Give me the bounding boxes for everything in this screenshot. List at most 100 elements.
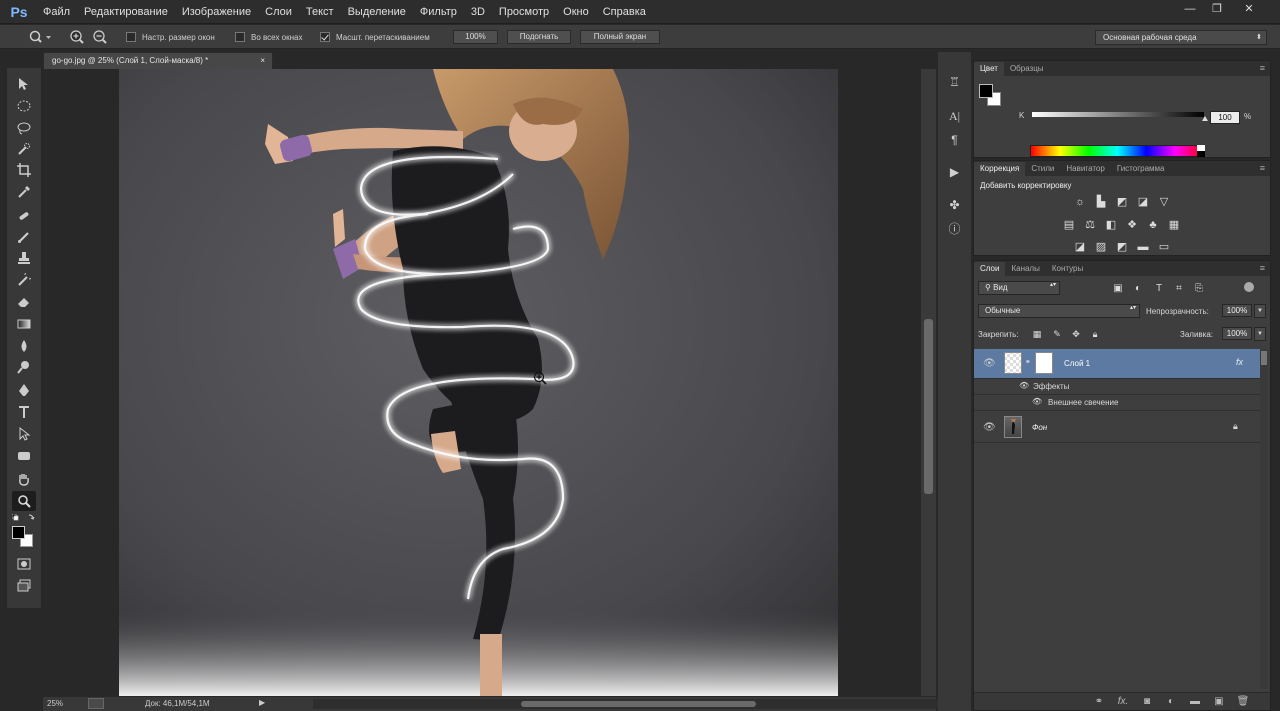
color-balance-icon[interactable]: ⚖ — [1083, 219, 1097, 232]
layer-filter-dropdown[interactable]: ⚲ Вид — [978, 281, 1060, 295]
info-icon[interactable]: ⓘ — [943, 219, 966, 239]
tab-navigator[interactable]: Навигатор — [1060, 162, 1110, 176]
blend-mode-dropdown[interactable]: Обычные — [978, 304, 1140, 318]
tab-adjustments[interactable]: Коррекция — [974, 162, 1026, 176]
gradient-map-icon[interactable]: ▬ — [1136, 241, 1150, 254]
outer-glow-visibility-icon[interactable]: 👁︎ — [1032, 397, 1042, 406]
tab-channels[interactable]: Каналы — [1005, 262, 1045, 276]
tab-styles[interactable]: Стили — [1025, 162, 1060, 176]
horizontal-scrollbar[interactable] — [313, 699, 968, 709]
type-tool-icon[interactable] — [12, 402, 36, 422]
threshold-icon[interactable]: ◩ — [1115, 241, 1129, 254]
all-windows-checkbox[interactable] — [235, 32, 245, 42]
lock-transparent-icon[interactable]: ▦ — [1030, 328, 1044, 341]
k-value-input[interactable]: 100 — [1210, 111, 1240, 124]
posterize-icon[interactable]: ▨ — [1094, 241, 1108, 254]
new-group-icon[interactable]: ▬ — [1188, 697, 1202, 707]
menu-filter[interactable]: Фильтр — [413, 0, 464, 24]
quick-mask-icon[interactable] — [12, 554, 36, 574]
filter-pixel-icon[interactable]: ▣ — [1111, 282, 1125, 295]
invert-icon[interactable]: ◪ — [1073, 241, 1087, 254]
default-colors-icon[interactable] — [11, 513, 36, 522]
menu-edit[interactable]: Редактирование — [77, 0, 175, 24]
pen-tool-icon[interactable] — [12, 380, 36, 400]
close-button[interactable]: ✕ — [1238, 2, 1260, 16]
workspace-switcher[interactable]: Основная рабочая среда ⬍ — [1095, 30, 1267, 45]
color-lookup-icon[interactable]: ▦ — [1167, 219, 1181, 232]
history-brush-tool-icon[interactable] — [12, 270, 36, 290]
vertical-scroll-thumb[interactable] — [924, 319, 933, 494]
zoom-level[interactable]: 25% — [47, 699, 63, 708]
restore-button[interactable]: ❐ — [1206, 2, 1228, 16]
move-tool-icon[interactable] — [12, 74, 36, 94]
tab-histogram[interactable]: Гистограмма — [1111, 162, 1171, 176]
fg-color-swatch[interactable] — [979, 84, 993, 98]
blur-tool-icon[interactable] — [12, 336, 36, 356]
fill-screen-button[interactable]: Полный экран — [580, 30, 660, 44]
delete-layer-icon[interactable]: 🗑︎ — [1236, 697, 1250, 707]
zoom-in-icon[interactable] — [68, 25, 86, 49]
tab-swatches[interactable]: Образцы — [1004, 62, 1050, 76]
document-tab[interactable]: go-go.jpg @ 25% (Слой 1, Слой-маска/8) *… — [43, 52, 273, 69]
lock-all-icon[interactable]: 🔒︎ — [1088, 328, 1102, 341]
tool-presets-icon[interactable]: ♖ — [943, 72, 966, 92]
resize-windows-checkbox[interactable] — [126, 32, 136, 42]
filter-adjustment-icon[interactable]: ◐ — [1131, 282, 1145, 295]
k-slider-handle[interactable] — [1202, 116, 1208, 121]
spectrum-black-chip[interactable] — [1197, 151, 1205, 157]
exposure-icon[interactable]: ◪ — [1136, 196, 1150, 209]
rectangle-shape-tool-icon[interactable] — [12, 446, 36, 466]
marquee-ellipse-tool-icon[interactable] — [12, 96, 36, 116]
channel-mixer-icon[interactable]: ♣ — [1146, 219, 1160, 232]
zoom-tool-preset[interactable] — [28, 25, 52, 49]
background-visibility-icon[interactable]: 👁︎ — [983, 422, 996, 433]
effects-visibility-icon[interactable]: 👁︎ — [1019, 381, 1029, 390]
clone-stamp-tool-icon[interactable] — [12, 248, 36, 268]
lasso-tool-icon[interactable] — [12, 118, 36, 138]
opacity-input[interactable]: 100% — [1222, 304, 1252, 317]
k-slider[interactable] — [1032, 112, 1204, 117]
status-preview-icon[interactable] — [88, 698, 104, 709]
lock-image-icon[interactable]: ✎ — [1050, 328, 1064, 341]
background-lock-icon[interactable]: 🔒︎ — [1233, 421, 1238, 432]
menu-window[interactable]: Окно — [556, 0, 596, 24]
zoom-out-icon[interactable] — [91, 25, 109, 49]
layer1-name[interactable]: Слой 1 — [1064, 359, 1090, 368]
new-layer-icon[interactable]: ▣ — [1212, 697, 1226, 707]
character-icon[interactable]: A| — [943, 106, 966, 126]
layer1-visibility-icon[interactable]: 👁︎ — [983, 358, 996, 369]
filter-toggle[interactable] — [1244, 282, 1254, 292]
filter-type-icon[interactable]: T — [1152, 282, 1166, 295]
background-thumbnail[interactable] — [1004, 416, 1022, 438]
actions-play-icon[interactable]: ▶ — [943, 162, 966, 182]
paragraph-icon[interactable]: ¶ — [943, 130, 966, 150]
layers-scrollbar[interactable] — [1260, 349, 1268, 689]
layers-menu-icon[interactable]: ≡ — [1260, 263, 1265, 273]
filter-shape-icon[interactable]: ⌗ — [1172, 282, 1186, 295]
levels-icon[interactable]: ▙ — [1094, 196, 1108, 209]
layer1-thumbnail[interactable] — [1004, 352, 1022, 374]
canvas-image[interactable] — [43, 69, 921, 696]
vibrance-icon[interactable]: ▽ — [1157, 196, 1171, 209]
layer1-mask-thumbnail[interactable] — [1035, 352, 1053, 374]
hand-tool-icon[interactable] — [12, 469, 36, 489]
dodge-tool-icon[interactable] — [12, 357, 36, 377]
adjustments-menu-icon[interactable]: ≡ — [1260, 163, 1265, 173]
healing-brush-tool-icon[interactable] — [12, 206, 36, 226]
screen-mode-icon[interactable] — [12, 576, 36, 596]
fill-dropdown-icon[interactable]: ▼ — [1254, 327, 1266, 341]
scrubby-zoom-checkbox[interactable] — [320, 32, 330, 42]
opacity-dropdown-icon[interactable]: ▼ — [1254, 304, 1266, 318]
layer1-outer-glow-row[interactable]: 👁︎ Внешнее свечение — [974, 395, 1260, 411]
all-windows-option[interactable]: Во всех окнах — [235, 25, 302, 49]
eraser-tool-icon[interactable] — [12, 292, 36, 312]
color-spectrum[interactable] — [1030, 145, 1205, 157]
menu-3d[interactable]: 3D — [464, 0, 492, 24]
status-menu-arrow-icon[interactable]: ▶ — [259, 698, 265, 707]
selective-color-icon[interactable]: ▭ — [1157, 241, 1171, 254]
menu-image[interactable]: Изображение — [175, 0, 258, 24]
menu-type[interactable]: Текст — [299, 0, 341, 24]
hue-saturation-icon[interactable]: ▤ — [1062, 219, 1076, 232]
menu-select[interactable]: Выделение — [341, 0, 413, 24]
minimize-button[interactable]: — — [1179, 2, 1201, 16]
